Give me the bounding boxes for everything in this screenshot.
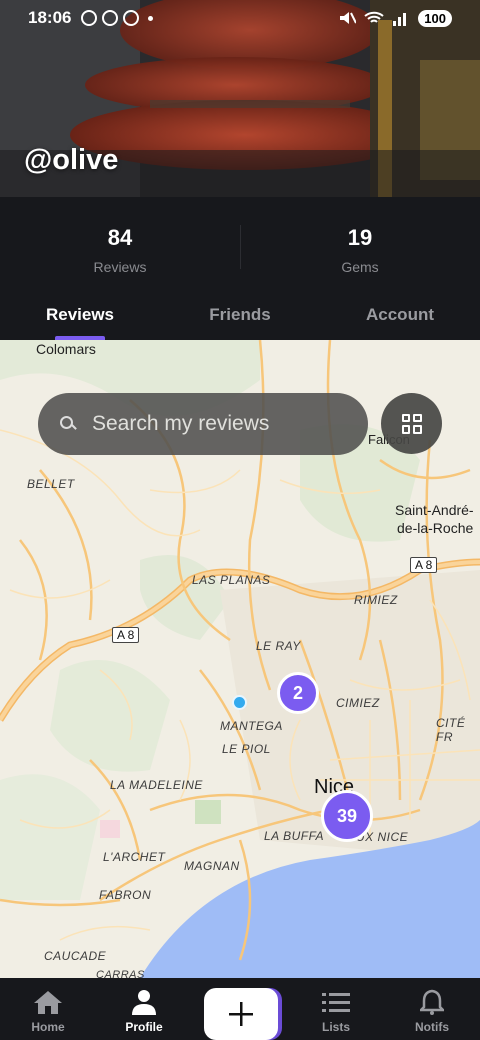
profile-username: @olive: [24, 144, 119, 176]
bell-icon: [420, 988, 444, 1016]
battery-indicator: 100: [418, 9, 452, 27]
search-bar[interactable]: [38, 393, 368, 455]
map-label-caucade: CAUCADE: [44, 949, 107, 963]
review-cluster-marker[interactable]: 2: [277, 672, 319, 714]
search-icon: [58, 414, 78, 434]
stat-reviews-count: 84: [107, 225, 133, 250]
map-label-carras: CARRAS: [96, 969, 145, 978]
map-label-magnan: MAGNAN: [184, 859, 240, 873]
nav-home[interactable]: Home: [0, 978, 96, 1040]
wifi-icon: [364, 11, 384, 23]
list-icon: [322, 988, 350, 1016]
status-time: 18:06: [28, 8, 72, 27]
profile-stats: 84 Reviews 19 Gems: [0, 197, 480, 287]
stat-divider: [240, 225, 241, 269]
stat-gems[interactable]: 19 Gems: [240, 197, 480, 287]
stat-gems-count: 19: [347, 225, 373, 250]
map-label-mantega: MANTEGA: [220, 719, 283, 733]
notification-icon: [81, 10, 98, 26]
nav-lists-label: Lists: [321, 1020, 350, 1034]
road-shield-a8-east: A 8: [410, 557, 438, 573]
tab-friends-label: Friends: [209, 305, 271, 324]
map-label-las-planas: LAS PLANAS: [192, 573, 271, 587]
bottom-navigation: Home Profile Lists Notifs: [0, 978, 480, 1040]
nav-notifs[interactable]: Notifs: [384, 978, 480, 1040]
map-label-rimiez: RIMIEZ: [354, 593, 398, 607]
current-location-marker: [232, 695, 247, 710]
nav-profile-label: Profile: [125, 1020, 163, 1034]
signal-icon: [393, 13, 407, 26]
profile-icon: [130, 988, 158, 1016]
home-icon: [33, 988, 63, 1016]
map-label-le-piol: LE PIOL: [222, 742, 271, 756]
tab-account[interactable]: Account: [320, 287, 480, 340]
status-bar: 18:06 100: [0, 0, 480, 36]
grid-icon: [401, 413, 422, 434]
nav-notifs-label: Notifs: [415, 1020, 449, 1034]
nav-add: [192, 978, 288, 1040]
review-cluster-marker-nice[interactable]: 39: [321, 790, 373, 842]
cluster-count: 2: [292, 682, 303, 703]
stat-reviews[interactable]: 84 Reviews: [0, 197, 240, 287]
stat-reviews-label: Reviews: [93, 259, 147, 275]
profile-header: 18:06 100 @olive: [0, 0, 480, 197]
map-label-colomars: Colomars: [36, 341, 96, 357]
plus-icon: [228, 1001, 254, 1027]
map-label-bellet: BELLET: [27, 477, 75, 491]
profile-tabs: Reviews Friends Account: [0, 287, 480, 340]
more-notifications-icon: [148, 15, 154, 21]
account-icon: [102, 10, 119, 26]
map-label-la-madeleine: LA MADELEINE: [110, 778, 203, 792]
tab-reviews-label: Reviews: [45, 305, 115, 324]
tab-reviews[interactable]: Reviews: [0, 287, 160, 340]
grid-view-button[interactable]: [381, 393, 442, 454]
map-label-saint-andre-1: Saint-André-: [395, 502, 474, 518]
app-notification-icon: [123, 10, 140, 26]
nav-profile[interactable]: Profile: [96, 978, 192, 1040]
tab-account-label: Account: [366, 305, 434, 324]
map-label-saint-andre-2: de-la-Roche: [397, 520, 474, 536]
map-label-l-archet: L'ARCHET: [103, 850, 166, 864]
road-shield-a8-west: A 8: [112, 627, 140, 643]
map-label-cite-fr: CITÉ FR: [436, 716, 466, 744]
mute-icon: [340, 12, 357, 24]
map-label-le-ray: LE RAY: [256, 639, 301, 653]
cluster-count: 39: [336, 805, 358, 826]
nav-lists[interactable]: Lists: [288, 978, 384, 1040]
map-label-la-buffa: LA BUFFA: [264, 829, 325, 843]
map-label-fabron: FABRON: [99, 888, 152, 902]
reviews-map[interactable]: Colomars Falicon BELLET Saint-André- de-…: [0, 340, 480, 978]
add-review-button[interactable]: [204, 988, 278, 1040]
stat-gems-label: Gems: [341, 259, 379, 275]
tab-friends[interactable]: Friends: [160, 287, 320, 340]
search-input[interactable]: [92, 412, 342, 436]
nav-home-label: Home: [31, 1020, 65, 1034]
map-label-cimiez: CIMIEZ: [336, 696, 380, 710]
